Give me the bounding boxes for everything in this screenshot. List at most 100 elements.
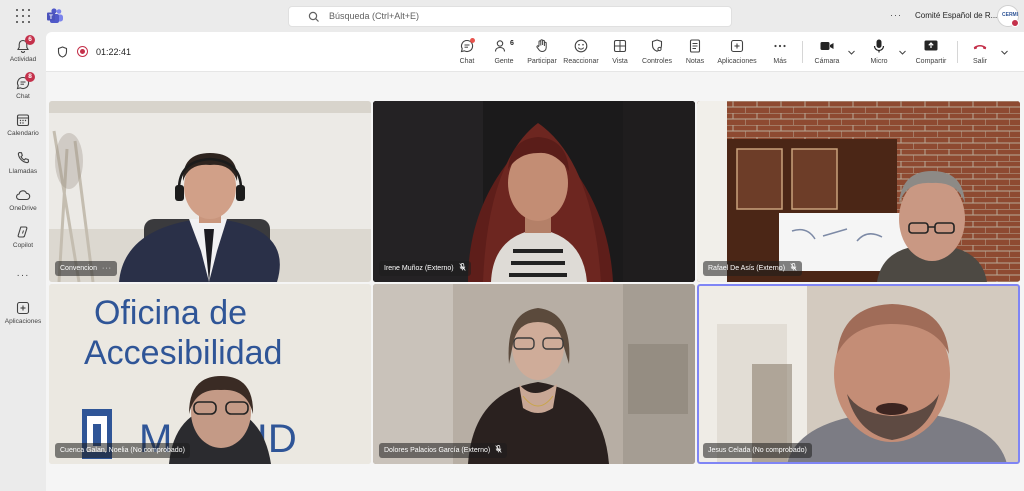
camera-button[interactable]: Cámara (812, 38, 842, 65)
rail-item-calls[interactable]: Llamadas (0, 150, 46, 186)
rail-item-chat[interactable]: 8 Chat (0, 72, 46, 111)
copilot-icon (17, 226, 28, 238)
participant-video (49, 101, 371, 282)
people-count: 6 (510, 40, 514, 47)
video-tile-jesus[interactable]: Jesus Celada (No comprobado) (697, 284, 1020, 464)
organization-name[interactable]: Comité Español de R... (915, 11, 997, 20)
leave-button[interactable]: Salir (968, 38, 992, 65)
title-bar: T Búsqueda (Ctrl+Alt+E) ··· Comité Españ… (0, 0, 1024, 32)
banner-line-1: Oficina de (94, 294, 247, 332)
participant-name-label: Jesus Celada (No comprobado) (703, 443, 812, 458)
rail-item-onedrive[interactable]: OneDrive (0, 187, 46, 223)
cloud-icon (16, 190, 31, 201)
grid-view-icon (613, 39, 627, 53)
share-label: Compartir (915, 58, 947, 65)
notes-button[interactable]: Notas (682, 38, 708, 65)
notes-icon (689, 39, 701, 53)
video-tile-irene[interactable]: Irene Muñoz (Externo) (373, 101, 695, 282)
camera-options-chevron-down-icon[interactable] (847, 48, 856, 57)
notification-dot (470, 38, 475, 43)
view-button[interactable]: Vista (608, 38, 632, 65)
mic-off-icon (495, 445, 502, 453)
toolbar-divider (802, 41, 803, 63)
video-camera-icon (820, 42, 834, 50)
presence-dot (1011, 19, 1019, 27)
people-label: Gente (494, 58, 514, 65)
apps-label: Aplicaciones (717, 58, 757, 65)
search-box[interactable]: Búsqueda (Ctrl+Alt+E) (288, 6, 732, 27)
react-button[interactable]: Reaccionar (563, 38, 599, 65)
teams-logo-icon: T (47, 8, 63, 23)
rail-item-label: Calendario (7, 130, 39, 137)
search-icon (308, 11, 319, 22)
mic-off-icon (459, 263, 466, 271)
mic-options-chevron-down-icon[interactable] (898, 48, 907, 57)
controls-button[interactable]: Controles (640, 38, 674, 65)
participant-video (373, 101, 695, 282)
calendar-icon (16, 114, 30, 127)
rail-item-label: OneDrive (9, 205, 37, 212)
search-placeholder: Búsqueda (Ctrl+Alt+E) (329, 11, 420, 21)
participant-video: Oficina de Accesibilidad MADRID (49, 284, 371, 464)
rail-item-label: Copilot (12, 242, 34, 249)
video-tile-convencion[interactable]: Convencion ··· (49, 101, 371, 282)
add-apps-icon (730, 39, 744, 53)
add-apps-icon (16, 301, 30, 315)
chat-button[interactable]: Chat (454, 38, 480, 65)
leave-label: Salir (972, 58, 987, 65)
rail-item-activity[interactable]: 6 Actividad (0, 35, 46, 74)
rail-item-apps[interactable]: Aplicaciones (0, 300, 46, 336)
more-actions-button[interactable]: Más (769, 38, 791, 65)
participant-name: Cuenca Galan, Noelia (No comprobado) (60, 447, 185, 454)
more-icon (774, 44, 786, 48)
rail-item-label: Actividad (9, 56, 37, 63)
shield-icon[interactable] (57, 46, 68, 58)
share-button[interactable]: Compartir (912, 38, 950, 65)
org-avatar-text: CERMI (1002, 12, 1019, 18)
participant-video (697, 284, 1020, 464)
notes-label: Notas (685, 58, 705, 65)
react-label: Reaccionar (563, 58, 599, 65)
rail-item-label: Aplicaciones (4, 318, 42, 325)
share-screen-icon (924, 40, 938, 51)
chat-badge: 8 (25, 72, 35, 82)
video-tile-dolores[interactable]: Dolores Palacios García (Externo) (373, 284, 695, 464)
banner-line-2: Accesibilidad (84, 334, 282, 372)
settings-more-button[interactable]: ··· (890, 10, 902, 20)
phone-icon (17, 151, 30, 164)
avatar[interactable]: CERMI (997, 5, 1019, 27)
rail-item-copilot[interactable]: Copilot (0, 224, 46, 260)
app-rail: 6 Actividad 8 Chat Calendario Llamadas O… (0, 32, 46, 491)
participant-name: Jesus Celada (No comprobado) (708, 447, 807, 454)
participant-name-label: Cuenca Galan, Noelia (No comprobado) (55, 443, 190, 458)
leave-options-chevron-down-icon[interactable] (1000, 48, 1009, 57)
participant-more-icon[interactable]: ··· (102, 265, 112, 272)
people-icon (494, 40, 506, 52)
chat-label: Chat (459, 58, 475, 65)
hand-icon (536, 39, 547, 53)
rail-more-button[interactable]: ··· (0, 270, 46, 281)
microphone-icon (873, 39, 885, 53)
raise-hand-button[interactable]: Participar (526, 38, 558, 65)
rail-item-label: Chat (16, 93, 30, 100)
video-tile-noelia[interactable]: Oficina de Accesibilidad MADRID Cuenca G… (49, 284, 371, 464)
participant-name: Rafael De Asís (Externo) (708, 265, 786, 272)
controls-label: Controles (642, 58, 672, 65)
participant-video (373, 284, 695, 464)
meeting-stage: 01:22:41 Chat 6 Gente Participar Reaccio… (46, 32, 1024, 491)
view-label: Vista (612, 58, 628, 65)
hang-up-icon (973, 45, 987, 50)
camera-label: Cámara (814, 58, 840, 65)
svg-text:T: T (49, 15, 53, 21)
rail-item-calendar[interactable]: Calendario (0, 112, 46, 148)
toolbar-divider (957, 41, 958, 63)
app-launcher-icon[interactable] (16, 9, 30, 23)
video-tile-rafael[interactable]: Rafael De Asís (Externo) (697, 101, 1020, 282)
apps-button[interactable]: Aplicaciones (716, 38, 758, 65)
people-button[interactable]: 6 Gente (489, 38, 519, 65)
mic-off-icon (790, 263, 797, 271)
more-label: Más (773, 58, 787, 65)
mic-button[interactable]: Micro (866, 38, 892, 65)
activity-badge: 6 (25, 35, 35, 45)
shield-settings-icon (651, 39, 663, 52)
